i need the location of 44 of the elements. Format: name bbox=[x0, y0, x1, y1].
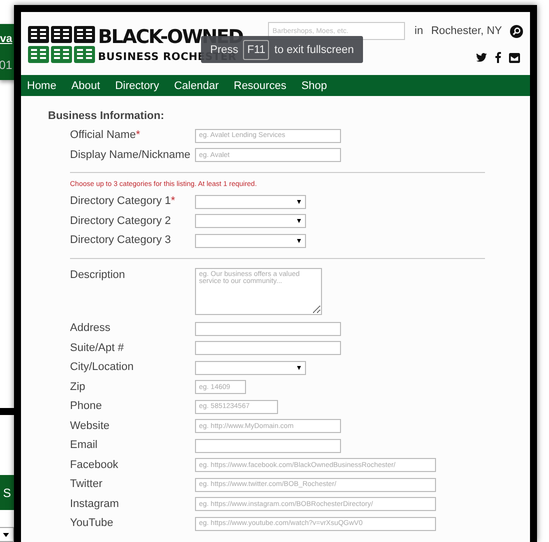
logo-icon bbox=[28, 26, 95, 63]
text-field[interactable] bbox=[195, 341, 341, 355]
text-field[interactable] bbox=[195, 322, 341, 336]
field-label: Directory Category 3 bbox=[70, 233, 172, 248]
field-label: Email bbox=[70, 438, 99, 453]
nav-link[interactable]: Shop bbox=[301, 80, 328, 92]
search-icon[interactable] bbox=[510, 24, 523, 38]
caret-icon bbox=[297, 366, 301, 370]
nav-link[interactable]: Home bbox=[27, 80, 56, 92]
toast-text: to exit fullscreen bbox=[274, 44, 354, 56]
nav-link[interactable]: Resources bbox=[234, 80, 286, 92]
field-label: Instagram bbox=[70, 496, 120, 512]
facebook-icon[interactable] bbox=[495, 52, 501, 63]
nav-link[interactable]: About bbox=[71, 80, 100, 92]
field-label: Address bbox=[70, 321, 112, 336]
field-label: Suite/Apt # bbox=[70, 340, 125, 356]
field-label: Website bbox=[70, 418, 111, 434]
field-label: Directory Category 2 bbox=[70, 214, 172, 228]
button[interactable]: S bbox=[0, 475, 14, 510]
field-label: Zip bbox=[70, 380, 86, 394]
link[interactable]: va bbox=[0, 33, 12, 45]
field-label: Facebook bbox=[70, 458, 120, 472]
field-label: City/Location bbox=[70, 360, 135, 375]
location-prefix: in bbox=[414, 25, 424, 37]
section-heading: Business Information: bbox=[48, 110, 166, 122]
field-label: Phone bbox=[70, 399, 103, 414]
caret-icon bbox=[3, 533, 9, 537]
nav-link[interactable]: Directory bbox=[115, 80, 160, 92]
caret-icon bbox=[297, 219, 301, 223]
location-text: Rochester, NY bbox=[431, 25, 502, 37]
field-label: Official Name* bbox=[70, 128, 142, 143]
text-field[interactable] bbox=[195, 438, 341, 452]
caret-icon bbox=[297, 238, 301, 242]
field-label: Directory Category 1* bbox=[70, 194, 176, 209]
field-label: Display Name/Nickname bbox=[70, 148, 192, 162]
nav-link[interactable]: Calendar bbox=[174, 80, 219, 92]
dropdown[interactable] bbox=[0, 527, 14, 542]
bird-icon[interactable] bbox=[476, 53, 487, 62]
caret-icon bbox=[297, 200, 301, 204]
field-label: Description bbox=[70, 268, 126, 282]
field-label: Twitter bbox=[70, 477, 104, 492]
key-label: F11 bbox=[243, 40, 270, 60]
field-label: YouTube bbox=[70, 516, 114, 531]
mail-icon[interactable] bbox=[509, 52, 520, 62]
